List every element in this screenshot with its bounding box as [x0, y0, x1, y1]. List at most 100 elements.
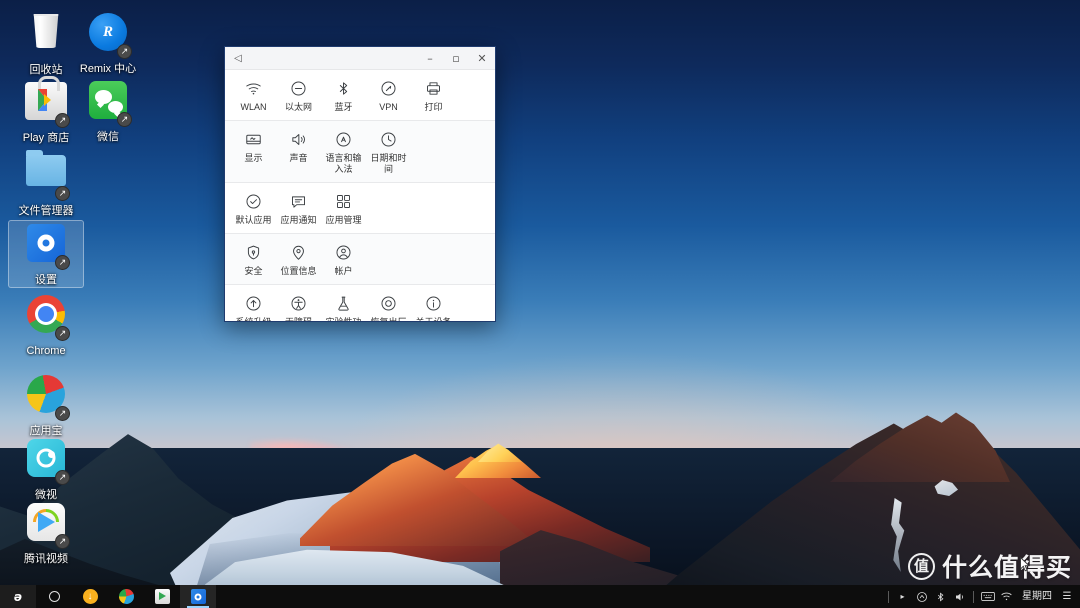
about-info-icon: [412, 294, 455, 313]
taskbar-app-list: [72, 585, 216, 608]
file-manager-icon: ↗: [24, 150, 70, 201]
taskbar-clock[interactable]: 星期四: [1016, 585, 1058, 608]
settings-taskbar-icon-glyph: [190, 589, 206, 604]
settings-tile-display[interactable]: 显示: [231, 130, 276, 175]
settings-titlebar[interactable]: ◁ – ▫ ✕: [225, 47, 495, 70]
settings-tile-label: 位置信息: [280, 266, 317, 276]
vpn-tray-icon[interactable]: [912, 585, 931, 608]
settings-tile-label: WLAN: [240, 102, 267, 112]
search-icon[interactable]: [36, 585, 72, 608]
settings-tile-label: 日期和时间: [370, 153, 407, 174]
system-group: 系统升级无障碍实验性功能恢复出厂设置关于设备: [225, 285, 495, 321]
desktop-icon-settings[interactable]: ↗ 设置: [8, 220, 84, 288]
wechat-icon: ↗: [86, 81, 132, 127]
settings-tile-label: 帐户: [334, 266, 353, 276]
shortcut-badge: ↗: [55, 255, 70, 270]
desktop-icon-weishi[interactable]: ↗ 微视: [8, 436, 84, 502]
maximize-button[interactable]: ▫: [443, 47, 469, 69]
close-button[interactable]: ✕: [469, 47, 495, 69]
location-pin-icon: [277, 243, 320, 262]
settings-tile-default-apps[interactable]: 默认应用: [231, 192, 276, 226]
factory-reset-icon: [367, 294, 410, 313]
desktop-icon-wechat[interactable]: ↗ 微信: [70, 78, 146, 144]
language-input-icon: [322, 130, 365, 149]
desktop-icon-tencent-video[interactable]: ↗ 腾讯视频: [8, 500, 84, 566]
app-manage-icon: [322, 192, 365, 211]
settings-tile-label: VPN: [379, 102, 398, 112]
settings-icon: ↗: [24, 224, 70, 270]
settings-tile-location-pin[interactable]: 位置信息: [276, 243, 321, 277]
settings-tile-label: 安全: [244, 266, 263, 276]
sound-icon: [277, 130, 320, 149]
wallpaper-sky: [0, 0, 1080, 470]
downloads-taskbar-icon[interactable]: [72, 585, 108, 608]
settings-tile-label: 应用管理: [325, 215, 362, 225]
volume-tray-icon[interactable]: [950, 585, 969, 608]
desktop-icon-label: 文件管理器: [18, 205, 74, 217]
settings-tile-security-shield[interactable]: 安全: [231, 243, 276, 277]
settings-tile-factory-reset[interactable]: 恢复出厂设置: [366, 294, 411, 321]
settings-tile-printer[interactable]: 打印: [411, 79, 456, 113]
system-update-icon: [232, 294, 275, 313]
settings-tile-vpn[interactable]: VPN: [366, 79, 411, 113]
play-store-taskbar-icon[interactable]: [144, 585, 180, 608]
wifi-tray-icon[interactable]: [997, 585, 1016, 608]
bluetooth-icon: [322, 79, 365, 98]
desktop-icon-remix-center[interactable]: R ↗ Remix 中心: [70, 10, 146, 76]
settings-tile-label: 以太网: [284, 102, 312, 112]
settings-tile-language-input[interactable]: 语言和输入法: [321, 130, 366, 175]
settings-tile-accessibility[interactable]: 无障碍: [276, 294, 321, 321]
yingyongbao-taskbar-icon[interactable]: [108, 585, 144, 608]
apps-group: 默认应用 应用通知 应用管理: [225, 183, 495, 234]
notification-center-button[interactable]: ☰: [1058, 585, 1076, 608]
settings-tile-app-manage[interactable]: 应用管理: [321, 192, 366, 226]
settings-tile-label: 系统升级: [232, 317, 275, 321]
default-apps-icon: [232, 192, 275, 211]
minimize-button[interactable]: –: [417, 47, 443, 69]
settings-tile-notification[interactable]: 应用通知: [276, 192, 321, 226]
desktop-icon-yingyongbao[interactable]: ↗ 应用宝: [8, 372, 84, 438]
folder-glyph: [26, 150, 66, 186]
settings-tile-wifi[interactable]: WLAN: [231, 79, 276, 113]
desktop-icon-label: Remix 中心: [79, 63, 137, 75]
start-button[interactable]: ǝ: [0, 585, 36, 608]
remix-center-icon: R ↗: [86, 13, 132, 59]
desktop-icon-file-manager[interactable]: ↗ 文件管理器: [8, 148, 84, 218]
shortcut-badge: ↗: [117, 112, 132, 127]
chrome-icon: ↗: [24, 295, 70, 341]
play-arrow-tray-icon[interactable]: ▸: [893, 585, 912, 608]
settings-taskbar-icon[interactable]: [180, 585, 216, 608]
bluetooth-tray-icon[interactable]: [931, 585, 950, 608]
back-button[interactable]: ◁: [225, 47, 251, 69]
settings-tile-system-update[interactable]: 系统升级: [231, 294, 276, 321]
shortcut-badge: ↗: [55, 113, 70, 128]
shortcut-badge: ↗: [117, 44, 132, 59]
downloads-taskbar-icon-glyph: [82, 589, 98, 604]
wifi-icon: [232, 79, 275, 98]
settings-tile-about-info[interactable]: 关于设备: [411, 294, 456, 321]
shortcut-badge: ↗: [55, 534, 70, 549]
settings-content: WLAN 以太网 蓝牙 VPN 打印显示 声音 语言和输入法 日期和时间默认应用 应用通知 应用管…: [225, 70, 495, 321]
settings-tile-label: 声音: [289, 153, 308, 163]
security-shield-icon: [232, 243, 275, 262]
desktop-icon-chrome[interactable]: ↗ Chrome: [8, 292, 84, 358]
settings-tile-account[interactable]: 帐户: [321, 243, 366, 277]
recycle-bin-glyph: [33, 14, 59, 48]
settings-window[interactable]: ◁ – ▫ ✕ WLAN 以太网 蓝牙 VPN 打印显示 声音 语言和输入法 日期和时间默认应…: [224, 46, 496, 322]
shortcut-badge: ↗: [55, 470, 70, 485]
device-group: 显示 声音 语言和输入法 日期和时间: [225, 121, 495, 183]
tencent-video-icon: ↗: [24, 503, 70, 549]
printer-icon: [412, 79, 455, 98]
yingyongbao-icon: ↗: [24, 375, 70, 421]
desktop-icon-label: 腾讯视频: [24, 553, 68, 565]
shortcut-badge: ↗: [55, 186, 70, 201]
desktop-wallpaper: [0, 0, 1080, 608]
settings-tile-bluetooth[interactable]: 蓝牙: [321, 79, 366, 113]
vpn-icon: [367, 79, 410, 98]
settings-tile-sound[interactable]: 声音: [276, 130, 321, 175]
settings-tile-experimental-flask[interactable]: 实验性功能: [321, 294, 366, 321]
settings-tile-ethernet[interactable]: 以太网: [276, 79, 321, 113]
taskbar[interactable]: ǝ ▸: [0, 585, 1080, 608]
settings-tile-clock[interactable]: 日期和时间: [366, 130, 411, 175]
keyboard-tray-icon[interactable]: [978, 585, 997, 608]
